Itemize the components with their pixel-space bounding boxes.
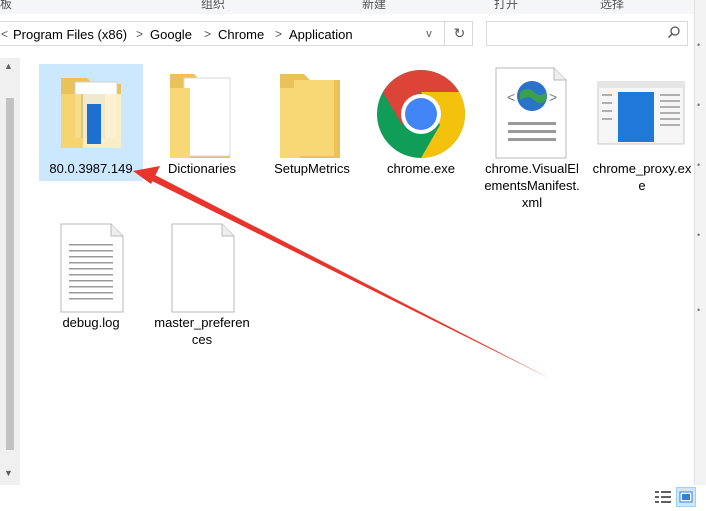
status-bar [0, 485, 706, 510]
file-item-chrome-proxy-exe[interactable]: chrome_proxy.exe [590, 64, 694, 194]
scroll-down-icon[interactable]: ▼ [4, 468, 13, 478]
address-history-chevron-down-icon[interactable]: v [418, 24, 440, 44]
file-name: chrome.VisualElementsManifest.xml [484, 161, 580, 210]
address-bar[interactable]: < Program Files (x86) > Google > Chrome … [0, 21, 473, 46]
file-name: SetupMetrics [274, 161, 350, 176]
edge-marker-icon: • [697, 160, 701, 170]
ribbon-tab-select[interactable]: 选择 [600, 0, 624, 12]
breadcrumb-separator-icon[interactable]: > [204, 27, 211, 41]
search-input[interactable] [486, 21, 688, 46]
scroll-up-icon[interactable]: ▲ [4, 61, 13, 71]
right-pane-edge: • • • • • [694, 0, 706, 485]
edge-marker-icon: • [697, 100, 701, 110]
breadcrumb-google[interactable]: Google [150, 27, 192, 42]
large-icons-view-icon[interactable] [676, 487, 696, 507]
xml-file-icon: < > [495, 67, 567, 159]
file-item-debug-log[interactable]: debug.log [39, 218, 143, 331]
folder-icon [280, 74, 340, 158]
breadcrumb-separator-icon[interactable]: > [136, 27, 143, 41]
file-item-dictionaries[interactable]: Dictionaries [150, 64, 254, 177]
folder-with-paper-icon [170, 74, 231, 158]
blank-file-icon [171, 223, 235, 313]
file-name: Dictionaries [168, 161, 236, 176]
search-icon[interactable] [667, 25, 681, 39]
ribbon-strip: 板 组织 新建 打开 选择 [0, 0, 706, 15]
breadcrumb-program-files[interactable]: Program Files (x86) [13, 27, 127, 42]
file-item-visualelements-xml[interactable]: < > chrome.VisualElementsManifest.xml [480, 64, 584, 211]
file-item-master-preferences[interactable]: master_preferences [150, 218, 254, 348]
address-row: < Program Files (x86) > Google > Chrome … [0, 14, 706, 58]
application-window-icon [597, 81, 685, 145]
file-item-chrome-exe[interactable]: chrome.exe [369, 64, 473, 177]
navigation-pane-scrollbar[interactable]: ▲ ▼ [0, 58, 20, 485]
text-file-icon [60, 223, 124, 313]
file-name: 80.0.3987.149 [49, 161, 133, 176]
breadcrumb-separator-icon[interactable]: > [275, 27, 282, 41]
edge-marker-icon: • [697, 305, 701, 315]
chrome-logo-icon [377, 70, 465, 158]
breadcrumb-application[interactable]: Application [289, 27, 353, 42]
scrollbar-thumb[interactable] [6, 98, 14, 450]
file-item-setupmetrics[interactable]: SetupMetrics [260, 64, 364, 177]
ribbon-tab-board[interactable]: 板 [0, 0, 12, 12]
ribbon-tab-open[interactable]: 打开 [494, 0, 518, 12]
breadcrumb-overflow-chevron-icon[interactable]: < [1, 27, 8, 41]
file-name: master_preferences [154, 315, 250, 347]
ribbon-tab-organize[interactable]: 组织 [201, 0, 225, 12]
file-item-folder-80[interactable]: 80.0.3987.149 [39, 64, 143, 181]
svg-text:>: > [549, 89, 557, 105]
edge-marker-icon: • [697, 230, 701, 240]
details-view-icon[interactable] [654, 489, 672, 505]
refresh-icon[interactable]: ↻ [444, 22, 474, 45]
file-name: debug.log [62, 315, 120, 330]
file-name: chrome.exe [387, 161, 455, 176]
folder-with-document-icon [61, 78, 121, 148]
file-name: chrome_proxy.exe [592, 161, 692, 193]
breadcrumb-chrome[interactable]: Chrome [218, 27, 264, 42]
ribbon-tab-new[interactable]: 新建 [362, 0, 386, 12]
edge-marker-icon: • [697, 40, 701, 50]
large-icons-glyph-icon [679, 491, 693, 503]
svg-text:<: < [507, 89, 515, 105]
